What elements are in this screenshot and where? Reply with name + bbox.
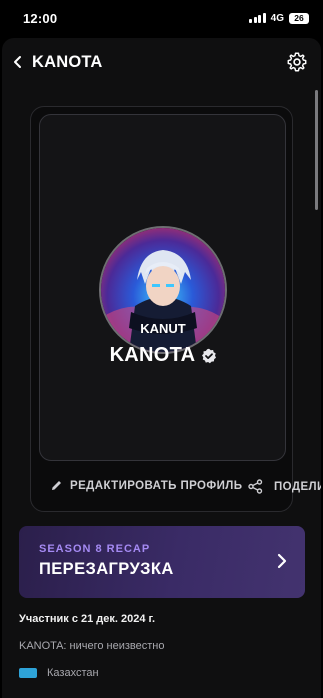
page-title: KANOTA — [32, 53, 103, 71]
back-arrow-icon — [14, 56, 21, 68]
share-button[interactable]: ПОДЕЛИ — [248, 479, 321, 494]
season-recap-banner[interactable]: SEASON 8 RECAP ПЕРЕЗАГРУЗКА — [19, 526, 305, 598]
pencil-icon — [52, 481, 61, 490]
profile-bio: KANOTA: ничего неизвестно — [19, 640, 165, 652]
profile-actions: РЕДАКТИРОВАТЬ ПРОФИЛЬ ПОДЕЛИ — [2, 479, 321, 501]
back-button[interactable] — [6, 50, 30, 74]
location-text: Казахстан — [47, 667, 99, 679]
share-label: ПОДЕЛИ — [274, 480, 321, 493]
chevron-right-icon — [277, 553, 287, 569]
share-icon — [248, 479, 263, 494]
battery-icon: 26 — [289, 12, 309, 24]
profile-card: KANUT KANOTA — [30, 106, 293, 512]
profile-card-inner: KANUT KANOTA — [39, 114, 286, 461]
network-type: 4G — [270, 12, 284, 24]
scrollbar[interactable] — [315, 90, 318, 210]
location-row: Казахстан — [19, 667, 99, 679]
status-bar: 12:00 4G 26 — [0, 0, 323, 36]
signal-icon — [249, 13, 266, 23]
avatar[interactable]: KANUT — [99, 226, 227, 354]
avatar-image: KANUT — [101, 228, 225, 352]
edit-profile-button[interactable]: РЕДАКТИРОВАТЬ ПРОФИЛЬ — [50, 479, 242, 492]
member-since: Участник с 21 дек. 2024 г. — [19, 613, 156, 625]
recap-subtitle: SEASON 8 RECAP — [39, 543, 151, 555]
top-nav: KANOTA — [2, 38, 321, 86]
verified-badge-icon — [202, 348, 217, 363]
profile-name: KANOTA — [109, 344, 196, 366]
gear-icon[interactable] — [286, 51, 308, 73]
profile-sheet: KANOTA KANUT KANOTA РЕДАКТИРОВАТЬ ПРОФИЛ… — [2, 38, 321, 698]
status-indicators: 4G 26 — [249, 11, 309, 25]
profile-name-row: KANOTA — [40, 344, 287, 367]
status-time: 12:00 — [23, 11, 58, 26]
flag-icon — [19, 668, 37, 678]
edit-profile-label: РЕДАКТИРОВАТЬ ПРОФИЛЬ — [70, 479, 243, 492]
recap-title: ПЕРЕЗАГРУЗКА — [39, 560, 174, 578]
avatar-logo-text: KANUT — [140, 321, 186, 336]
